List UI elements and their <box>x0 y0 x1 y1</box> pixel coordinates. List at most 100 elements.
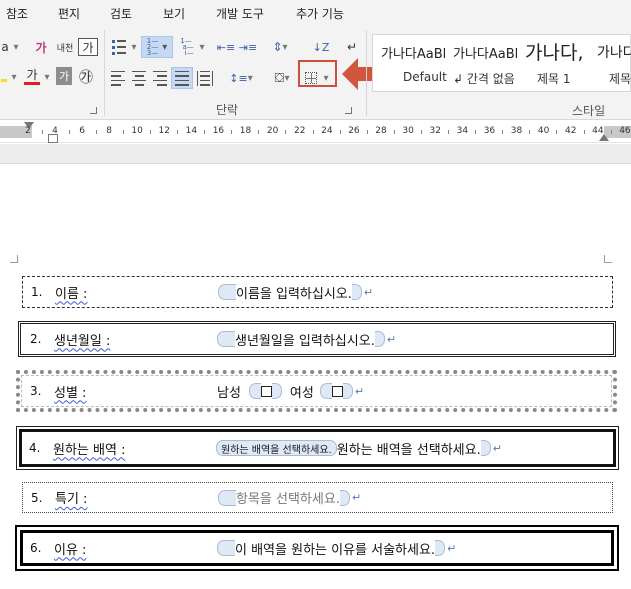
ruler-number: 32 <box>429 126 441 136</box>
sort-button[interactable]: ↓Z <box>310 36 332 58</box>
form-field-skills: 5. 특기 : 항목을 선택하세요. ↵ <box>22 482 613 513</box>
numbering-button[interactable]: 1— 2— 3— ▾ <box>141 36 173 58</box>
style-default[interactable]: 가나다AaBl Default <box>381 35 451 91</box>
ruler-tick <box>204 130 206 134</box>
ruler-number: 38 <box>510 126 523 136</box>
paragraph-mark: ↵ <box>386 332 397 346</box>
bullets-button[interactable] <box>108 36 130 58</box>
gender-options: 남성 여성 ↵ <box>217 382 364 401</box>
reason-content-control[interactable]: 이 배역을 원하는 이유를 서술하세요. ↵ <box>217 539 456 558</box>
highlight-dropdown-icon[interactable]: ▾ <box>10 66 18 88</box>
decrease-indent-button[interactable]: ⇤≡ <box>216 36 236 58</box>
align-center-button[interactable] <box>129 67 149 89</box>
phonetic-guide-button[interactable]: 내천 <box>54 36 76 58</box>
line-spacing-icon: ↕≡ <box>229 71 248 85</box>
skills-content-control[interactable]: 항목을 선택하세요. ↵ <box>218 488 361 507</box>
field-label: 이유 : <box>54 542 87 558</box>
skills-placeholder: 항목을 선택하세요. <box>236 492 340 507</box>
phonetic-guide-icon: 내천 <box>56 43 74 54</box>
field-number: 1. <box>31 285 43 299</box>
character-border-button[interactable]: 가 <box>78 38 98 56</box>
birthdate-placeholder: 생년월일을 입력하십시오. <box>235 333 375 349</box>
distributed-button[interactable] <box>195 67 215 89</box>
female-label: 여성 <box>289 385 314 401</box>
increase-indent-button[interactable]: ⇥≡ <box>238 36 258 58</box>
ribbon: a ▾ 가 내천 가 ▾ 가 ▾ 가 ㉮ ▾ 1— 2— 3— ▾ 1— a— i— <box>0 26 631 120</box>
ruler-number: 34 <box>456 126 469 136</box>
clear-format-icon: 가 <box>35 40 47 55</box>
style-title[interactable]: 가나다 제목 <box>597 35 631 91</box>
enclose-characters-button[interactable]: ㉮ <box>76 66 96 88</box>
style-no-spacing-caption: ↲ 간격 없음 <box>453 72 515 86</box>
clear-format-button[interactable]: 가 <box>31 36 51 58</box>
line-spacing-button[interactable]: ↕≡ ▾ <box>226 67 256 89</box>
multilevel-list-button[interactable]: 1— a— i— <box>176 36 198 58</box>
role-placeholder: 원하는 배역을 선택하세요. <box>336 442 481 458</box>
menu-references[interactable]: 참조 <box>6 5 28 22</box>
multilevel-dropdown-icon[interactable]: ▾ <box>198 36 206 58</box>
menu-mailings[interactable]: 편지 <box>58 5 80 22</box>
group-separator <box>104 30 105 116</box>
text-direction-button[interactable]: ⇕ ▾ <box>268 36 292 58</box>
show-marks-button[interactable]: ↵ <box>342 36 362 58</box>
checkbox-icon <box>331 385 343 397</box>
ruler-number: 24 <box>321 126 333 136</box>
form-field-gender: 3. 성별 : 남성 여성 ↵ <box>16 370 617 412</box>
form-field-reason: 6. 이유 : 이 배역을 원하는 이유를 서술하세요. ↵ <box>15 525 619 571</box>
paragraph-mark: ↵ <box>363 285 374 299</box>
style-heading-1-preview: 가나다, <box>525 42 584 64</box>
style-title-caption: 제목 <box>609 72 631 86</box>
paint-bucket-icon: ⛋ <box>274 70 285 86</box>
male-checkbox[interactable] <box>248 383 282 399</box>
font-dialog-launcher[interactable] <box>90 107 97 114</box>
ruler-number: 2 <box>25 126 31 136</box>
field-label: 생년월일 : <box>54 333 111 349</box>
sort-icon: ↓Z <box>312 40 330 54</box>
character-shading-button[interactable]: 가 <box>56 67 72 85</box>
ruler-tick <box>149 130 151 134</box>
page-corner-mark <box>10 255 18 263</box>
multilevel-list-icon: 1— a— i— <box>180 37 194 57</box>
ruler-tick <box>529 130 531 134</box>
ruler-number: 8 <box>106 126 113 136</box>
menu-view[interactable]: 보기 <box>163 5 185 22</box>
shading-button[interactable]: ⛋ ▾ <box>268 67 296 89</box>
ruler-number: 4 <box>52 126 58 136</box>
menu-developer[interactable]: 개발 도구 <box>216 5 264 22</box>
style-heading-1[interactable]: 가나다, 제목 1 <box>525 35 593 91</box>
birthdate-content-control[interactable]: 생년월일을 입력하십시오. ↵ <box>217 330 396 349</box>
ruler-tick <box>177 130 179 134</box>
paragraph-dialog-launcher[interactable] <box>345 107 352 114</box>
ruler-number: 40 <box>537 126 550 136</box>
increase-indent-icon: ⇥≡ <box>238 40 258 54</box>
menu-add-ins[interactable]: 추가 기능 <box>296 5 344 22</box>
paragraph-mark: ↵ <box>354 384 365 398</box>
role-content-control[interactable]: 원하는 배역을 선택하세요. 원하는 배역을 선택하세요. ↵ <box>216 439 502 458</box>
paragraph-mark: ↵ <box>492 441 502 455</box>
document-page[interactable]: 1. 이름 : 이름을 입력하십시오. ↵ 2. 생년월일 : 생년월일을 입력하… <box>0 165 631 589</box>
menu-review[interactable]: 검토 <box>110 5 132 22</box>
role-dropdown-tag[interactable]: 원하는 배역을 선택하세요. <box>216 440 337 456</box>
field-label: 성별 : <box>54 385 87 401</box>
field-number: 4. <box>29 441 41 455</box>
name-content-control[interactable]: 이름을 입력하십시오. ↵ <box>218 283 373 302</box>
font-size-decrease-icon[interactable]: a <box>0 36 10 58</box>
female-checkbox[interactable] <box>319 383 353 399</box>
ruler-number: 30 <box>402 126 414 136</box>
style-no-spacing[interactable]: 가나다AaBl ↲ 간격 없음 <box>453 35 523 91</box>
justify-button[interactable] <box>171 67 193 89</box>
pointer-arrow-icon <box>342 58 373 90</box>
font-dropdown-icon[interactable]: ▾ <box>12 36 20 58</box>
font-color-button[interactable]: 가 <box>22 66 42 88</box>
horizontal-ruler[interactable]: 2 4 6 8 10 12 14 16 18 20 22 24 26 28 30 32 34 36 38 40 42 44… <box>0 121 631 143</box>
font-color-dropdown-icon[interactable]: ▾ <box>43 66 51 88</box>
ruler-number: 6 <box>79 126 85 136</box>
align-right-icon <box>153 70 167 86</box>
bullets-dropdown-icon[interactable]: ▾ <box>130 36 138 58</box>
styles-gallery: 가나다AaBl Default 가나다AaBl ↲ 간격 없음 가나다, 제목 … <box>372 34 631 92</box>
align-right-button[interactable] <box>150 67 170 89</box>
highlight-color-button[interactable] <box>0 66 8 88</box>
decrease-indent-icon: ⇤≡ <box>216 40 236 54</box>
text-direction-icon: ⇕ <box>272 40 283 54</box>
align-left-button[interactable] <box>108 67 128 89</box>
